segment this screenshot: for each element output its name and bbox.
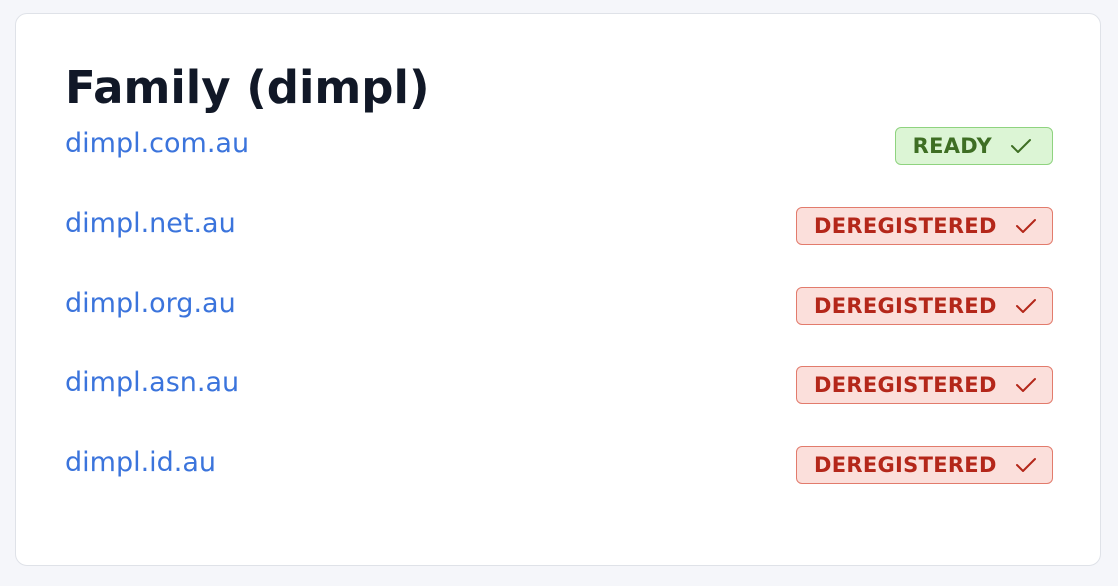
status-badge: DEREGISTERED [796,207,1053,245]
domain-link[interactable]: dimpl.org.au [65,287,236,321]
card-title: Family (dimpl) [65,61,430,114]
domain-row: dimpl.net.au DEREGISTERED [65,207,1053,247]
check-icon [1015,297,1037,315]
domain-link[interactable]: dimpl.asn.au [65,366,239,400]
status-label: DEREGISTERED [814,294,997,318]
status-label: DEREGISTERED [814,453,997,477]
status-badge: DEREGISTERED [796,287,1053,325]
domain-link[interactable]: dimpl.id.au [65,446,216,480]
domain-link[interactable]: dimpl.net.au [65,207,236,241]
check-icon [1015,456,1037,474]
domain-link[interactable]: dimpl.com.au [65,127,249,161]
domain-row: dimpl.org.au DEREGISTERED [65,287,1053,327]
status-badge: DEREGISTERED [796,446,1053,484]
status-badge: READY [894,127,1053,165]
status-label: DEREGISTERED [814,214,997,238]
status-label: DEREGISTERED [814,373,997,397]
check-icon [1015,376,1037,394]
check-icon [1010,137,1032,155]
check-icon [1015,217,1037,235]
domain-row: dimpl.asn.au DEREGISTERED [65,366,1053,406]
domain-row: dimpl.com.au READY [65,127,1053,167]
status-badge: DEREGISTERED [796,366,1053,404]
status-label: READY [912,134,992,158]
domain-row: dimpl.id.au DEREGISTERED [65,446,1053,486]
domain-family-card: Family (dimpl) dimpl.com.au READY dimpl.… [15,13,1101,566]
